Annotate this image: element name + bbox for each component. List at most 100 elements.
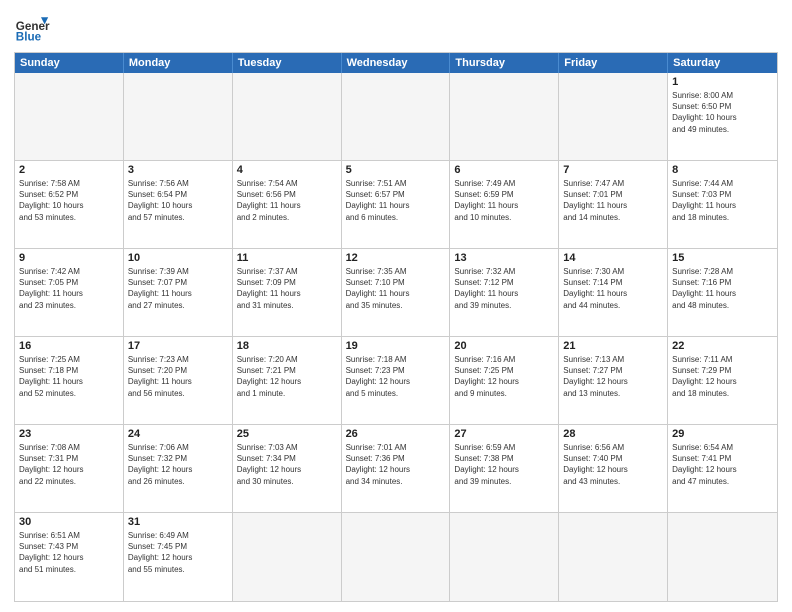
day-number: 2 bbox=[19, 164, 119, 176]
calendar-header: SundayMondayTuesdayWednesdayThursdayFrid… bbox=[15, 53, 777, 73]
calendar-empty-cell bbox=[559, 73, 668, 161]
day-info: Sunrise: 7:01 AM Sunset: 7:36 PM Dayligh… bbox=[346, 442, 446, 487]
calendar-empty-cell bbox=[15, 73, 124, 161]
calendar-day-22: 22 Sunrise: 7:11 AM Sunset: 7:29 PM Dayli… bbox=[668, 337, 777, 425]
calendar-empty-cell bbox=[559, 513, 668, 601]
calendar-day-3: 3Sunrise: 7:56 AM Sunset: 6:54 PM Daylig… bbox=[124, 161, 233, 249]
calendar: SundayMondayTuesdayWednesdayThursdayFrid… bbox=[14, 52, 778, 602]
day-info: Sunrise: 6:49 AM Sunset: 7:45 PM Dayligh… bbox=[128, 530, 228, 575]
logo-icon: General Blue bbox=[14, 10, 50, 46]
calendar-day-13: 13 Sunrise: 7:32 AM Sunset: 7:12 PM Dayli… bbox=[450, 249, 559, 337]
day-info: Sunrise: 7:11 AM Sunset: 7:29 PM Dayligh… bbox=[672, 354, 773, 399]
weekday-header-monday: Monday bbox=[124, 53, 233, 73]
day-info: Sunrise: 7:49 AM Sunset: 6:59 PM Dayligh… bbox=[454, 178, 554, 223]
calendar-empty-cell bbox=[342, 73, 451, 161]
day-number: 10 bbox=[128, 252, 228, 264]
calendar-day-6: 6 Sunrise: 7:49 AM Sunset: 6:59 PM Daylig… bbox=[450, 161, 559, 249]
day-info: Sunrise: 6:56 AM Sunset: 7:40 PM Dayligh… bbox=[563, 442, 663, 487]
calendar-day-16: 16 Sunrise: 7:25 AM Sunset: 7:18 PM Dayli… bbox=[15, 337, 124, 425]
day-number: 29 bbox=[672, 428, 773, 440]
calendar-empty-cell bbox=[342, 513, 451, 601]
calendar-day-14: 14Sunrise: 7:30 AM Sunset: 7:14 PM Dayli… bbox=[559, 249, 668, 337]
day-number: 26 bbox=[346, 428, 446, 440]
weekday-header-saturday: Saturday bbox=[668, 53, 777, 73]
day-info: Sunrise: 7:44 AM Sunset: 7:03 PM Dayligh… bbox=[672, 178, 773, 223]
day-number: 27 bbox=[454, 428, 554, 440]
day-number: 20 bbox=[454, 340, 554, 352]
weekday-header-friday: Friday bbox=[559, 53, 668, 73]
day-number: 30 bbox=[19, 516, 119, 528]
weekday-header-sunday: Sunday bbox=[15, 53, 124, 73]
day-info: Sunrise: 7:25 AM Sunset: 7:18 PM Dayligh… bbox=[19, 354, 119, 399]
calendar-day-23: 23 Sunrise: 7:08 AM Sunset: 7:31 PM Dayli… bbox=[15, 425, 124, 513]
calendar-empty-cell bbox=[450, 513, 559, 601]
day-info: Sunrise: 6:59 AM Sunset: 7:38 PM Dayligh… bbox=[454, 442, 554, 487]
calendar-day-21: 21 Sunrise: 7:13 AM Sunset: 7:27 PM Dayli… bbox=[559, 337, 668, 425]
calendar-day-26: 26 Sunrise: 7:01 AM Sunset: 7:36 PM Dayli… bbox=[342, 425, 451, 513]
calendar-day-17: 17Sunrise: 7:23 AM Sunset: 7:20 PM Dayli… bbox=[124, 337, 233, 425]
day-number: 17 bbox=[128, 340, 228, 352]
calendar-day-15: 15Sunrise: 7:28 AM Sunset: 7:16 PM Dayli… bbox=[668, 249, 777, 337]
day-info: Sunrise: 7:08 AM Sunset: 7:31 PM Dayligh… bbox=[19, 442, 119, 487]
day-number: 6 bbox=[454, 164, 554, 176]
page: General Blue SundayMondayTuesdayWednesda… bbox=[0, 0, 792, 612]
day-info: Sunrise: 6:54 AM Sunset: 7:41 PM Dayligh… bbox=[672, 442, 773, 487]
day-number: 21 bbox=[563, 340, 663, 352]
day-number: 22 bbox=[672, 340, 773, 352]
day-number: 4 bbox=[237, 164, 337, 176]
day-info: Sunrise: 7:13 AM Sunset: 7:27 PM Dayligh… bbox=[563, 354, 663, 399]
day-number: 9 bbox=[19, 252, 119, 264]
calendar-day-20: 20 Sunrise: 7:16 AM Sunset: 7:25 PM Dayli… bbox=[450, 337, 559, 425]
day-info: Sunrise: 7:06 AM Sunset: 7:32 PM Dayligh… bbox=[128, 442, 228, 487]
calendar-day-2: 2Sunrise: 7:58 AM Sunset: 6:52 PM Daylig… bbox=[15, 161, 124, 249]
day-number: 7 bbox=[563, 164, 663, 176]
day-info: Sunrise: 7:42 AM Sunset: 7:05 PM Dayligh… bbox=[19, 266, 119, 311]
day-info: Sunrise: 7:18 AM Sunset: 7:23 PM Dayligh… bbox=[346, 354, 446, 399]
calendar-day-7: 7 Sunrise: 7:47 AM Sunset: 7:01 PM Daylig… bbox=[559, 161, 668, 249]
day-info: Sunrise: 7:54 AM Sunset: 6:56 PM Dayligh… bbox=[237, 178, 337, 223]
day-number: 23 bbox=[19, 428, 119, 440]
day-number: 5 bbox=[346, 164, 446, 176]
svg-text:Blue: Blue bbox=[16, 31, 42, 44]
day-number: 15 bbox=[672, 252, 773, 264]
day-info: Sunrise: 7:47 AM Sunset: 7:01 PM Dayligh… bbox=[563, 178, 663, 223]
header: General Blue bbox=[14, 10, 778, 46]
day-info: Sunrise: 8:00 AM Sunset: 6:50 PM Dayligh… bbox=[672, 90, 773, 135]
calendar-day-1: 1Sunrise: 8:00 AM Sunset: 6:50 PM Daylig… bbox=[668, 73, 777, 161]
calendar-day-11: 11Sunrise: 7:37 AM Sunset: 7:09 PM Dayli… bbox=[233, 249, 342, 337]
calendar-day-31: 31 Sunrise: 6:49 AM Sunset: 7:45 PM Dayli… bbox=[124, 513, 233, 601]
calendar-empty-cell bbox=[124, 73, 233, 161]
day-info: Sunrise: 7:35 AM Sunset: 7:10 PM Dayligh… bbox=[346, 266, 446, 311]
calendar-day-19: 19 Sunrise: 7:18 AM Sunset: 7:23 PM Dayli… bbox=[342, 337, 451, 425]
day-number: 12 bbox=[346, 252, 446, 264]
day-info: Sunrise: 6:51 AM Sunset: 7:43 PM Dayligh… bbox=[19, 530, 119, 575]
calendar-day-28: 28 Sunrise: 6:56 AM Sunset: 7:40 PM Dayli… bbox=[559, 425, 668, 513]
day-info: Sunrise: 7:32 AM Sunset: 7:12 PM Dayligh… bbox=[454, 266, 554, 311]
weekday-header-thursday: Thursday bbox=[450, 53, 559, 73]
weekday-header-tuesday: Tuesday bbox=[233, 53, 342, 73]
day-info: Sunrise: 7:03 AM Sunset: 7:34 PM Dayligh… bbox=[237, 442, 337, 487]
day-number: 28 bbox=[563, 428, 663, 440]
day-number: 16 bbox=[19, 340, 119, 352]
day-info: Sunrise: 7:20 AM Sunset: 7:21 PM Dayligh… bbox=[237, 354, 337, 399]
day-number: 31 bbox=[128, 516, 228, 528]
day-number: 18 bbox=[237, 340, 337, 352]
calendar-day-27: 27 Sunrise: 6:59 AM Sunset: 7:38 PM Dayli… bbox=[450, 425, 559, 513]
day-info: Sunrise: 7:51 AM Sunset: 6:57 PM Dayligh… bbox=[346, 178, 446, 223]
calendar-day-5: 5 Sunrise: 7:51 AM Sunset: 6:57 PM Daylig… bbox=[342, 161, 451, 249]
day-number: 24 bbox=[128, 428, 228, 440]
calendar-day-9: 9 Sunrise: 7:42 AM Sunset: 7:05 PM Daylig… bbox=[15, 249, 124, 337]
calendar-day-18: 18 Sunrise: 7:20 AM Sunset: 7:21 PM Dayli… bbox=[233, 337, 342, 425]
day-info: Sunrise: 7:30 AM Sunset: 7:14 PM Dayligh… bbox=[563, 266, 663, 311]
calendar-empty-cell bbox=[233, 513, 342, 601]
calendar-empty-cell bbox=[233, 73, 342, 161]
day-number: 13 bbox=[454, 252, 554, 264]
calendar-day-8: 8Sunrise: 7:44 AM Sunset: 7:03 PM Daylig… bbox=[668, 161, 777, 249]
calendar-day-4: 4 Sunrise: 7:54 AM Sunset: 6:56 PM Daylig… bbox=[233, 161, 342, 249]
day-number: 19 bbox=[346, 340, 446, 352]
logo: General Blue bbox=[14, 10, 50, 46]
day-info: Sunrise: 7:16 AM Sunset: 7:25 PM Dayligh… bbox=[454, 354, 554, 399]
calendar-day-24: 24 Sunrise: 7:06 AM Sunset: 7:32 PM Dayli… bbox=[124, 425, 233, 513]
calendar-day-10: 10Sunrise: 7:39 AM Sunset: 7:07 PM Dayli… bbox=[124, 249, 233, 337]
calendar-day-12: 12 Sunrise: 7:35 AM Sunset: 7:10 PM Dayli… bbox=[342, 249, 451, 337]
